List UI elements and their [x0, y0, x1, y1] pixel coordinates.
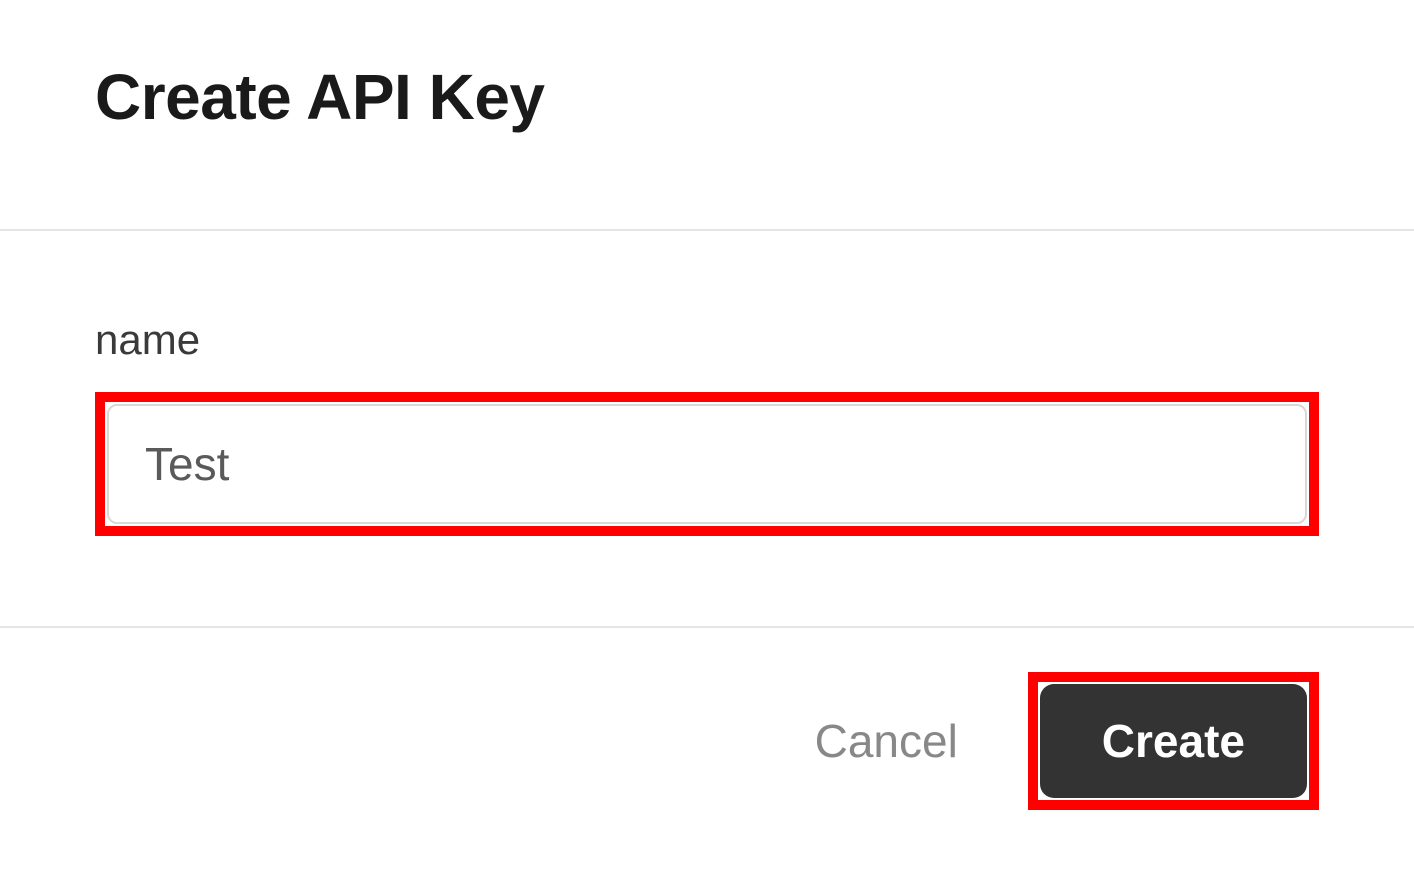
- cancel-button[interactable]: Cancel: [805, 694, 968, 788]
- dialog-footer: Cancel Create: [0, 628, 1414, 854]
- input-highlight-annotation: [95, 392, 1319, 536]
- create-button[interactable]: Create: [1040, 684, 1307, 798]
- create-button-highlight-annotation: Create: [1028, 672, 1319, 810]
- name-input[interactable]: [107, 404, 1307, 524]
- dialog-header: Create API Key: [0, 0, 1414, 231]
- name-field-label: name: [95, 316, 1319, 364]
- dialog-title: Create API Key: [95, 60, 1319, 134]
- dialog-body: name: [0, 231, 1414, 628]
- create-api-key-dialog: Create API Key name Cancel Create: [0, 0, 1414, 854]
